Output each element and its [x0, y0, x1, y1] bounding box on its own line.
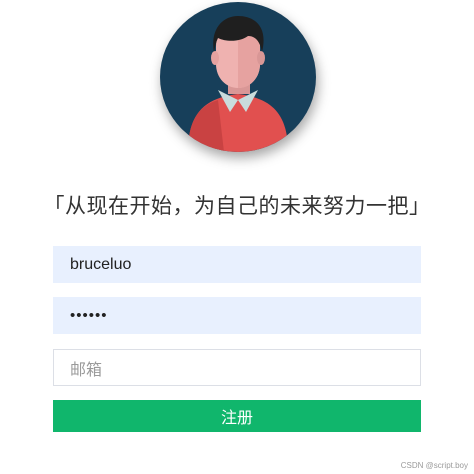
register-page: 「从现在开始，为自己的未来努力一把」 bruceluo •••••• 邮箱 注册… — [0, 0, 474, 474]
avatar — [160, 2, 316, 152]
avatar-icon — [188, 16, 288, 152]
password-field[interactable]: •••••• — [53, 297, 421, 334]
email-placeholder: 邮箱 — [70, 361, 103, 379]
username-value: bruceluo — [70, 255, 132, 273]
slogan-text: 「从现在开始，为自己的未来努力一把」 — [43, 194, 431, 218]
password-value: •••••• — [70, 307, 108, 324]
email-field[interactable]: 邮箱 — [53, 349, 421, 386]
register-button[interactable]: 注册 — [53, 400, 421, 432]
watermark: CSDN @script.boy — [400, 461, 468, 470]
username-field[interactable]: bruceluo — [53, 246, 421, 283]
